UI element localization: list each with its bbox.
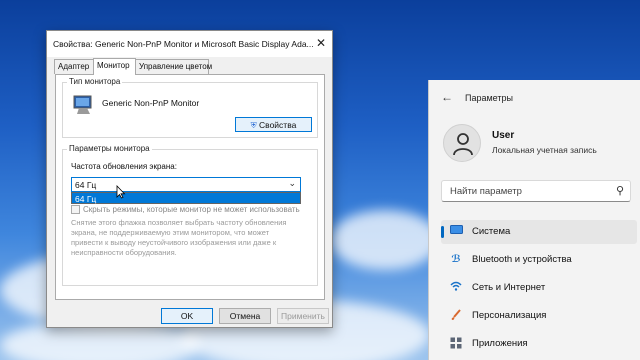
mouse-cursor-icon [116, 185, 126, 199]
hide-modes-checkbox[interactable] [71, 205, 80, 214]
nav-label: Bluetooth и устройства [472, 254, 572, 265]
search-placeholder: Найти параметр [450, 186, 522, 197]
nav-item-system[interactable]: Система [441, 220, 637, 244]
user-avatar[interactable] [443, 124, 481, 162]
cancel-button[interactable]: Отмена [219, 308, 271, 324]
monitor-properties-button[interactable]: ⛨ Свойства [235, 117, 312, 132]
chevron-down-icon: ⌄ [288, 178, 296, 188]
monitor-tab-panel: Тип монитора Generic Non-PnP Monitor ⛨ С… [55, 74, 325, 300]
dropdown-option[interactable]: 64 Гц [75, 194, 96, 204]
dialog-titlebar[interactable]: Свойства: Generic Non-PnP Monitor и Micr… [47, 31, 332, 57]
refresh-rate-select[interactable]: 64 Гц ⌄ [71, 177, 301, 192]
brush-icon [449, 309, 463, 323]
nav-item-network[interactable]: Сеть и Интернет [441, 276, 637, 300]
monitor-icon [449, 225, 463, 239]
tab-color-management[interactable]: Управление цветом [135, 59, 212, 74]
tab-monitor[interactable]: Монитор [93, 58, 136, 75]
ok-button[interactable]: OK [161, 308, 213, 324]
wallpaper-cloud [330, 210, 440, 270]
display-properties-dialog: Свойства: Generic Non-PnP Monitor и Micr… [46, 30, 333, 328]
settings-header: ← Параметры [429, 80, 640, 114]
settings-window: ← Параметры User Локальная учетная запис… [428, 80, 640, 360]
close-icon[interactable]: ✕ [316, 36, 326, 50]
group-label: Тип монитора [67, 77, 123, 86]
hide-modes-label: Скрыть режимы, которые монитор не может … [83, 205, 300, 214]
selected-value: 64 Гц [75, 180, 97, 190]
nav-label: Сеть и Интернет [472, 282, 546, 293]
shield-icon: ⛨ [250, 121, 257, 130]
nav-item-bluetooth[interactable]: ℬ Bluetooth и устройства [441, 248, 637, 272]
bluetooth-icon: ℬ [451, 254, 461, 265]
button-label: Свойства [259, 120, 297, 130]
user-name: User [492, 130, 515, 141]
tab-adapter[interactable]: Адаптер [54, 59, 94, 74]
selection-indicator [441, 226, 444, 238]
settings-title: Параметры [465, 93, 513, 103]
refresh-rate-dropdown-list: 64 Гц [71, 192, 301, 204]
monitor-icon [73, 95, 92, 114]
nav-label: Приложения [472, 338, 528, 349]
monitor-name: Generic Non-PnP Monitor [102, 98, 200, 108]
nav-item-apps[interactable]: Приложения [441, 332, 637, 356]
nav-label: Персонализация [472, 310, 547, 321]
settings-search-input[interactable]: Найти параметр ⚲ [441, 180, 631, 202]
person-icon [453, 133, 473, 156]
apply-button[interactable]: Применить [277, 308, 329, 324]
monitor-type-group: Тип монитора Generic Non-PnP Monitor ⛨ С… [62, 77, 318, 138]
group-label: Параметры монитора [67, 144, 152, 153]
back-arrow-icon[interactable]: ← [441, 90, 453, 104]
refresh-rate-label: Частота обновления экрана: [71, 162, 177, 171]
apps-icon [449, 337, 463, 351]
dialog-title: Свойства: Generic Non-PnP Monitor и Micr… [53, 39, 314, 49]
search-icon[interactable]: ⚲ [616, 184, 624, 197]
nav-item-personalization[interactable]: Персонализация [441, 304, 637, 328]
warning-note: Снятие этого флажка позволяет выбрать ча… [71, 218, 287, 257]
monitor-settings-group: Параметры монитора Частота обновления эк… [62, 144, 318, 286]
user-account-type: Локальная учетная запись [492, 145, 597, 155]
wifi-icon [449, 281, 463, 295]
nav-label: Система [472, 226, 511, 237]
